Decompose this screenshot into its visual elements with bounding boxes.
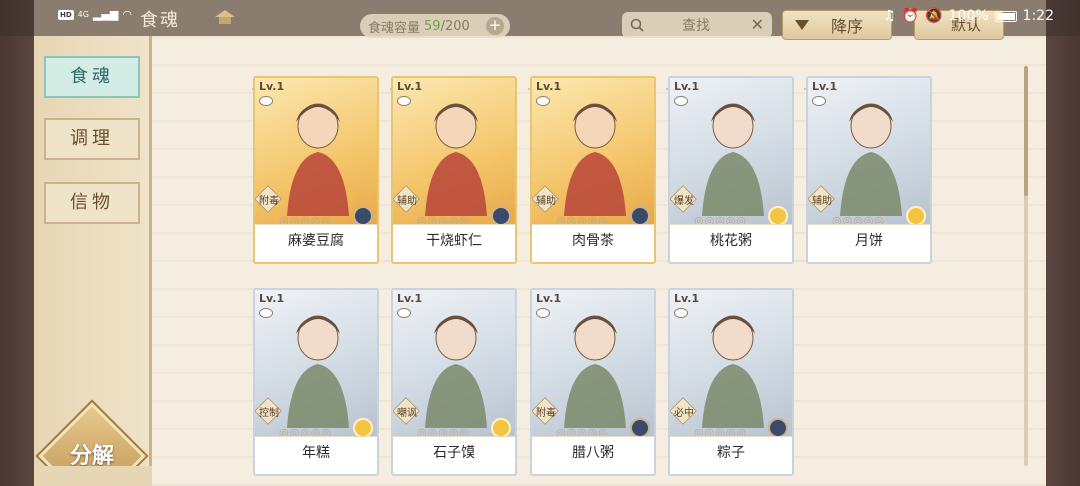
element-icon (906, 206, 926, 226)
food-soul-card[interactable]: Lv.1 爆发 ◎◎◎◎◎ 桃花粥 (668, 76, 794, 264)
element-icon (768, 418, 788, 438)
food-soul-card[interactable]: Lv.1 辅助 ◎◎◎◎◎ 肉骨茶 (530, 76, 656, 264)
position-icon (536, 308, 550, 318)
character-portrait-icon (702, 103, 764, 216)
element-icon (768, 206, 788, 226)
position-icon (812, 96, 826, 106)
sort-order-button[interactable]: 降序 (782, 10, 892, 40)
element-icon (630, 418, 650, 438)
page-title: 食魂 (140, 10, 180, 31)
role-label: 附毒 (536, 408, 556, 419)
tab-tokens[interactable]: 信物 (44, 182, 140, 224)
headphone-icon: ♫ (883, 8, 896, 24)
card-level: Lv.1 (674, 80, 700, 93)
search-placeholder: 查找 (682, 18, 710, 34)
scrollbar-thumb[interactable] (1024, 66, 1028, 196)
card-level: Lv.1 (259, 292, 285, 305)
card-level: Lv.1 (536, 292, 562, 305)
alarm-icon: ⏰ (901, 8, 920, 24)
sidebar-tassel (34, 466, 152, 486)
tab-food-soul[interactable]: 食魂 (44, 56, 140, 98)
add-capacity-button[interactable]: + (486, 17, 504, 35)
character-portrait-icon (702, 315, 764, 428)
right-frame (1046, 0, 1080, 486)
sidebar: 食魂 调理 信物 分解 (34, 36, 152, 486)
role-label: 辅助 (536, 196, 556, 207)
card-level: Lv.1 (397, 80, 423, 93)
capacity-current: 59 (424, 18, 441, 34)
card-name: 麻婆豆腐 (255, 224, 377, 262)
hd-badge: HD (58, 9, 74, 20)
element-icon (630, 206, 650, 226)
position-icon (397, 308, 411, 318)
status-right: ♫ ⏰ 🔕 100% 1:22 (883, 8, 1054, 24)
food-soul-card[interactable]: Lv.1 必中 ◎◎◎◎◎ 粽子 (668, 288, 794, 476)
home-icon[interactable] (214, 9, 236, 25)
tab-conditioning[interactable]: 调理 (44, 118, 140, 160)
role-label: 辅助 (397, 196, 417, 207)
wifi-icon: ◠ (122, 8, 132, 21)
left-frame (0, 0, 34, 486)
food-soul-card[interactable]: Lv.1 辅助 ◎◎◎◎◎ 干烧虾仁 (391, 76, 517, 264)
character-portrait-icon (564, 103, 626, 216)
signal-bars-icon: ▂▄▆ (92, 8, 119, 21)
card-level: Lv.1 (812, 80, 838, 93)
position-icon (674, 308, 688, 318)
role-label: 必中 (674, 408, 694, 419)
card-name: 粽子 (670, 436, 792, 474)
card-name: 月饼 (808, 224, 930, 262)
capacity-max: /200 (440, 18, 470, 34)
clear-search-icon[interactable]: ✕ (751, 15, 764, 34)
position-icon (674, 96, 688, 106)
card-name: 腊八粥 (532, 436, 654, 474)
mute-icon: 🔕 (925, 8, 943, 24)
sort-down-icon (795, 20, 809, 30)
card-level: Lv.1 (536, 80, 562, 93)
search-input[interactable]: 查找 ✕ (622, 12, 772, 38)
position-icon (259, 96, 273, 106)
role-label: 辅助 (812, 196, 832, 207)
character-portrait-icon (564, 315, 626, 428)
food-soul-card[interactable]: Lv.1 辅助 ◎◎◎◎◎ 月饼 (806, 76, 932, 264)
card-level: Lv.1 (397, 292, 423, 305)
character-portrait-icon (425, 103, 487, 216)
character-portrait-icon (840, 103, 902, 216)
role-label: 嘲讽 (397, 408, 417, 419)
signal-icon: 4G (77, 10, 89, 19)
position-icon (536, 96, 550, 106)
card-name: 年糕 (255, 436, 377, 474)
card-level: Lv.1 (674, 292, 700, 305)
card-name: 石子馍 (393, 436, 515, 474)
card-name: 干烧虾仁 (393, 224, 515, 262)
element-icon (491, 206, 511, 226)
character-portrait-icon (287, 103, 349, 216)
sort-order-label: 降序 (831, 17, 864, 36)
character-portrait-icon (425, 315, 487, 428)
food-soul-card[interactable]: Lv.1 嘲讽 ◎◎◎◎◎ 石子馍 (391, 288, 517, 476)
food-soul-card[interactable]: Lv.1 附毒 ◎◎◎◎◎ 腊八粥 (530, 288, 656, 476)
battery-icon (994, 10, 1017, 22)
element-icon (353, 418, 373, 438)
element-icon (353, 206, 373, 226)
battery-percent: 100% (948, 8, 989, 24)
element-icon (491, 418, 511, 438)
food-soul-card[interactable]: Lv.1 附毒 ◎◎◎◎◎ 麻婆豆腐 (253, 76, 379, 264)
search-icon (630, 18, 644, 32)
card-name: 桃花粥 (670, 224, 792, 262)
card-level: Lv.1 (259, 80, 285, 93)
clock: 1:22 (1022, 8, 1054, 24)
role-label: 控制 (259, 408, 279, 419)
position-icon (259, 308, 273, 318)
role-label: 爆发 (674, 196, 694, 207)
capacity-indicator: 食魂容量 59 /200 + (360, 14, 510, 38)
top-bar: HD 4G ▂▄▆ ◠ 食魂 食魂容量 59 /200 + 查找 ✕ 降序 默认… (0, 0, 1080, 40)
role-label: 附毒 (259, 196, 279, 207)
food-soul-card[interactable]: Lv.1 控制 ◎◎◎◎◎ 年糕 (253, 288, 379, 476)
status-left: HD 4G ▂▄▆ ◠ (58, 8, 132, 21)
position-icon (397, 96, 411, 106)
card-name: 肉骨茶 (532, 224, 654, 262)
character-portrait-icon (287, 315, 349, 428)
capacity-label: 食魂容量 (368, 20, 421, 36)
